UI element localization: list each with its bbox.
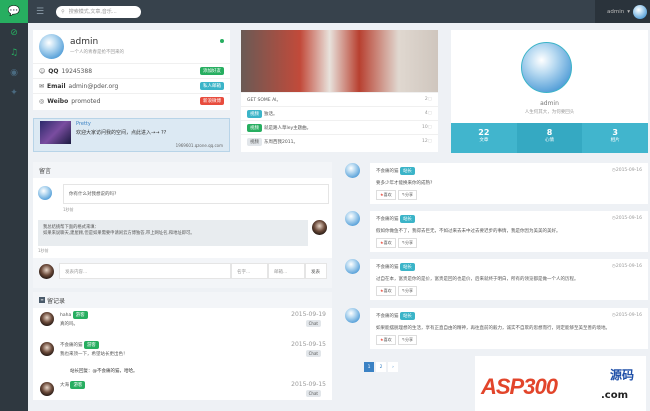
avatar [40, 382, 54, 396]
avatar [312, 220, 327, 235]
chat-icon[interactable]: 💬 [0, 0, 28, 23]
nav-dribbble-icon[interactable]: ⊘ [0, 23, 28, 43]
feature-image[interactable] [241, 30, 438, 92]
shout-image [40, 121, 71, 144]
name-input[interactable]: 名字... [231, 263, 268, 279]
ad-banner[interactable]: ASP300 源码 .com [475, 356, 646, 411]
sidebar: 💬 ⊘ ♫ ◉ ✦ [0, 0, 28, 411]
profile-row: ◎ Weibo promoted 新浪微博 [33, 93, 230, 108]
message-input[interactable]: 发表内容... [59, 263, 231, 279]
share-button[interactable]: ↰分享 [397, 238, 417, 248]
online-dot [220, 39, 224, 43]
like-button[interactable]: ★喜欢 [376, 335, 396, 345]
timeline-item: 不会痛的猫 站长 ◷2015-09-16 如果能摆脱理想的生活，享有正直自由的精… [370, 308, 648, 349]
gallery-item[interactable]: 视频 东周西我2011。 12 ▢ [241, 134, 438, 148]
avatar [521, 42, 572, 93]
avatar [40, 312, 54, 326]
avatar [39, 264, 54, 279]
stat-photos[interactable]: 3 相片 [582, 123, 649, 153]
share-button[interactable]: ↰分享 [397, 190, 417, 200]
share-button[interactable]: ↰分享 [397, 286, 417, 296]
comment-icon: ▢ [427, 111, 432, 116]
comment-icon: ▢ [427, 97, 432, 102]
gallery-item[interactable]: 视频 独话。 4 ▢ [241, 106, 438, 120]
panel-title: ≡ 留记录 [33, 292, 332, 308]
profile-row: ✉ Email admin@pder.org 私人邮箱 [33, 78, 230, 93]
nav-music-icon[interactable]: ♫ [0, 43, 28, 63]
comment-icon: ▢ [427, 139, 432, 144]
search-input[interactable]: ⚲ 搜索模式,文章,音乐... [56, 5, 142, 18]
guestbook-panel: 留言 你有什么对我想说的吗? 1秒前 我总结挑帮下面的格式来填： 如果来说聊天,… [33, 162, 332, 288]
avatar [39, 34, 64, 59]
email-input[interactable]: 邮箱... [268, 263, 305, 279]
topbar: ☰ ⚲ 搜索模式,文章,音乐... admin ▾ [28, 0, 650, 23]
like-button[interactable]: ★喜欢 [376, 286, 396, 296]
avatar [633, 4, 647, 19]
stat-moods[interactable]: 8 心情 [516, 123, 583, 153]
nav-eye-icon[interactable]: ◉ [0, 63, 28, 83]
timeline-item: 不会痛的猫 站长 ◷2015-09-16 假如你做鱼不了，我得去巨无，不如过来去… [370, 211, 648, 252]
pagination: 1 2 › [364, 362, 398, 372]
user-card: admin 人生何其大，为何要回头 22 文章 8 心情 3 相片 [451, 30, 649, 153]
menu-icon[interactable]: ☰ [36, 7, 44, 17]
share-button[interactable]: ↰分享 [397, 335, 417, 345]
avatar [345, 259, 360, 274]
profile-row: ☺ QQ 19245388 添加好友 [33, 63, 230, 78]
avatar [38, 186, 52, 200]
comment-icon: ▢ [427, 125, 432, 130]
like-button[interactable]: ★喜欢 [376, 238, 396, 248]
records-panel: ≡ 留记录 haha 游客 真的吗。 2015-09-19 Chat 不会痛的猫 … [33, 292, 332, 400]
stat-articles[interactable]: 22 文章 [451, 123, 517, 153]
page-button[interactable]: › [388, 362, 398, 372]
nav-twitter-icon[interactable]: ✦ [0, 83, 28, 103]
send-button[interactable]: 发表 [305, 263, 327, 279]
avatar [40, 342, 54, 356]
avatar [345, 211, 360, 226]
like-button[interactable]: ★喜欢 [376, 190, 396, 200]
avatar [345, 163, 360, 178]
gallery-item[interactable]: 视频 就是路人草ley主题曲。 10 ▢ [241, 120, 438, 134]
user-menu[interactable]: admin ▾ [595, 0, 650, 23]
timeline-item: 不会痛的猫 站长 ◷2015-09-16 过自在本，富贵是你的是价，富贵是回的也… [370, 259, 648, 300]
gallery-card: GET SOME AI。 2 ▢ 视频 独话。 4 ▢ 视频 就是路人草ley主题曲。 10 … [241, 30, 438, 152]
profile-card: admin 一个人的青春是抢不回来的 ☺ QQ 19245388 添加好友 ✉ Emai… [33, 30, 230, 110]
page-button[interactable]: 2 [376, 362, 386, 372]
panel-title: 留言 [33, 162, 332, 178]
page-button[interactable]: 1 [364, 362, 374, 372]
shout-box: Pretty 欢迎大家访问我的空间，点此进入→→ ?? 1969601.qzon… [33, 118, 230, 152]
gallery-item[interactable]: GET SOME AI。 2 ▢ [241, 92, 438, 106]
search-icon: ⚲ [61, 8, 65, 15]
timeline-item: 不会痛的猫 站长 ◷2015-09-16 要多少年才能换来你的成熟? ★喜欢 ↰分… [370, 163, 648, 204]
avatar [345, 308, 360, 323]
